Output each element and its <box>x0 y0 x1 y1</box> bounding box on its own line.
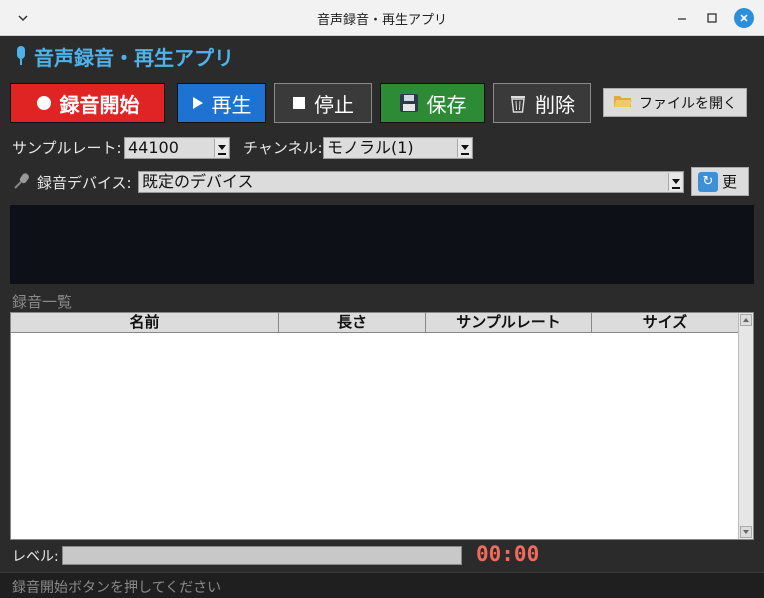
record-button[interactable]: 録音開始 <box>10 83 165 123</box>
play-button[interactable]: 再生 <box>177 83 266 123</box>
sample-rate-select[interactable]: 44100 <box>124 137 230 159</box>
stop-button-label: 停止 <box>314 92 354 117</box>
device-select[interactable]: 既定のデバイス <box>138 171 684 193</box>
delete-button-label: 削除 <box>535 92 575 117</box>
minimize-icon[interactable] <box>672 8 692 28</box>
window-title: 音声録音・再生アプリ <box>316 13 447 28</box>
status-text: 録音開始ボタンを押してください <box>12 580 222 596</box>
scroll-down-icon[interactable] <box>740 526 752 538</box>
refresh-icon: ↻ <box>698 171 718 192</box>
scroll-up-icon[interactable] <box>740 314 752 326</box>
open-file-button[interactable]: ファイルを開く <box>603 88 747 117</box>
save-button-label: 保存 <box>426 92 467 117</box>
microphone-icon <box>12 172 32 194</box>
device-label: 録音デバイス: <box>37 174 132 192</box>
app-title: 音声録音・再生アプリ <box>34 45 234 70</box>
level-label: レベル: <box>12 549 59 565</box>
channel-value: モノラル(1) <box>327 138 414 157</box>
status-bar: 録音開始ボタンを押してください <box>0 572 764 598</box>
table-scrollbar[interactable] <box>738 313 753 539</box>
chevron-down-icon <box>457 139 471 157</box>
trash-icon <box>509 93 527 113</box>
channel-select[interactable]: モノラル(1) <box>323 137 473 159</box>
column-header-size[interactable]: サイズ <box>592 313 739 333</box>
window-titlebar: 音声録音・再生アプリ <box>0 0 764 36</box>
device-value: 既定のデバイス <box>142 172 254 191</box>
refresh-button[interactable]: ↻ 更 <box>691 167 749 196</box>
sample-rate-label: サンプルレート: <box>12 139 122 157</box>
stop-icon <box>292 96 306 110</box>
stop-button[interactable]: 停止 <box>274 83 372 123</box>
column-header-name[interactable]: 名前 <box>11 313 279 333</box>
save-button[interactable]: 保存 <box>380 83 485 123</box>
refresh-button-label: 更 <box>722 173 738 191</box>
play-button-label: 再生 <box>211 92 252 117</box>
column-header-length[interactable]: 長さ <box>279 313 426 333</box>
recordings-table[interactable]: 名前 長さ サンプルレート サイズ <box>10 312 754 540</box>
waveform-display <box>10 205 754 284</box>
table-header: 名前 長さ サンプルレート サイズ <box>11 313 739 333</box>
play-icon <box>192 96 204 110</box>
delete-button[interactable]: 削除 <box>493 83 591 123</box>
record-icon <box>36 95 52 111</box>
chevron-down-icon <box>214 139 228 157</box>
channel-label: チャンネル: <box>243 139 323 157</box>
recordings-section-label: 録音一覧 <box>12 293 73 311</box>
microphone-icon <box>17 46 25 65</box>
sample-rate-value: 44100 <box>128 138 179 157</box>
recording-timer: 00:00 <box>476 542 540 566</box>
floppy-disk-icon <box>399 93 419 113</box>
close-button[interactable] <box>734 8 754 28</box>
open-file-button-label: ファイルを開く <box>639 95 737 112</box>
level-meter <box>62 546 462 565</box>
app-header: 音声録音・再生アプリ <box>14 42 234 70</box>
maximize-icon[interactable] <box>702 8 722 28</box>
chevron-down-icon <box>668 173 682 191</box>
column-header-sample-rate[interactable]: サンプルレート <box>426 313 592 333</box>
record-button-label: 録音開始 <box>59 92 140 117</box>
close-icon <box>740 14 748 22</box>
folder-open-icon <box>613 93 633 113</box>
